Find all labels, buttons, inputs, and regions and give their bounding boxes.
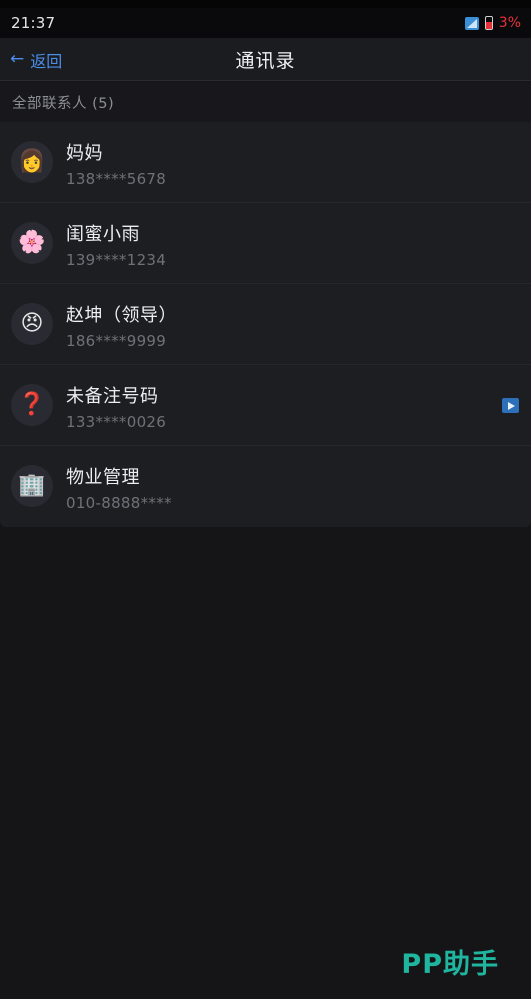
- battery-icon: [484, 16, 493, 30]
- status-bar: 21:37 3%: [0, 8, 531, 38]
- avatar: 😠: [11, 303, 53, 345]
- avatar: ❓: [11, 384, 53, 426]
- status-indicators: 3%: [464, 15, 521, 31]
- contact-phone: 186****9999: [66, 332, 167, 350]
- contact-row-bestie[interactable]: 🌸 闺蜜小雨 139****1234: [0, 203, 531, 284]
- contact-list: 👩 妈妈 138****5678 🌸 闺蜜小雨 139****1234 😠 赵坤…: [0, 122, 531, 527]
- battery-percentage: 3%: [498, 15, 521, 31]
- contact-row-boss[interactable]: 😠 赵坤（领导） 186****9999: [0, 284, 531, 365]
- contact-row-property[interactable]: 🏢 物业管理 010-8888****: [0, 446, 531, 527]
- section-header: 全部联系人 (5): [0, 82, 531, 122]
- contact-name: 赵坤（领导）: [66, 305, 177, 326]
- contact-name: 未备注号码: [66, 386, 159, 407]
- avatar: 🏢: [11, 465, 53, 507]
- page-title: 通讯录: [235, 50, 296, 72]
- signal-icon: [464, 16, 479, 30]
- contact-row-mom[interactable]: 👩 妈妈 138****5678: [0, 122, 531, 203]
- contact-phone: 138****5678: [66, 170, 167, 188]
- contact-name: 闺蜜小雨: [66, 224, 140, 245]
- status-time: 21:37: [11, 14, 56, 32]
- avatar: 👩: [11, 141, 53, 183]
- contact-name: 物业管理: [66, 467, 140, 488]
- contact-name: 妈妈: [66, 143, 103, 164]
- navigation-bar: ← 返回 通讯录: [0, 38, 531, 81]
- contact-phone: 139****1234: [66, 251, 167, 269]
- play-icon[interactable]: [502, 398, 519, 413]
- contact-phone: 133****0026: [66, 413, 167, 431]
- avatar: 🌸: [11, 222, 53, 264]
- contact-phone: 010-8888****: [66, 494, 172, 512]
- watermark-logo: PP助手: [401, 949, 499, 980]
- top-strip: [0, 0, 531, 8]
- contact-row-unknown[interactable]: ❓ 未备注号码 133****0026: [0, 365, 531, 446]
